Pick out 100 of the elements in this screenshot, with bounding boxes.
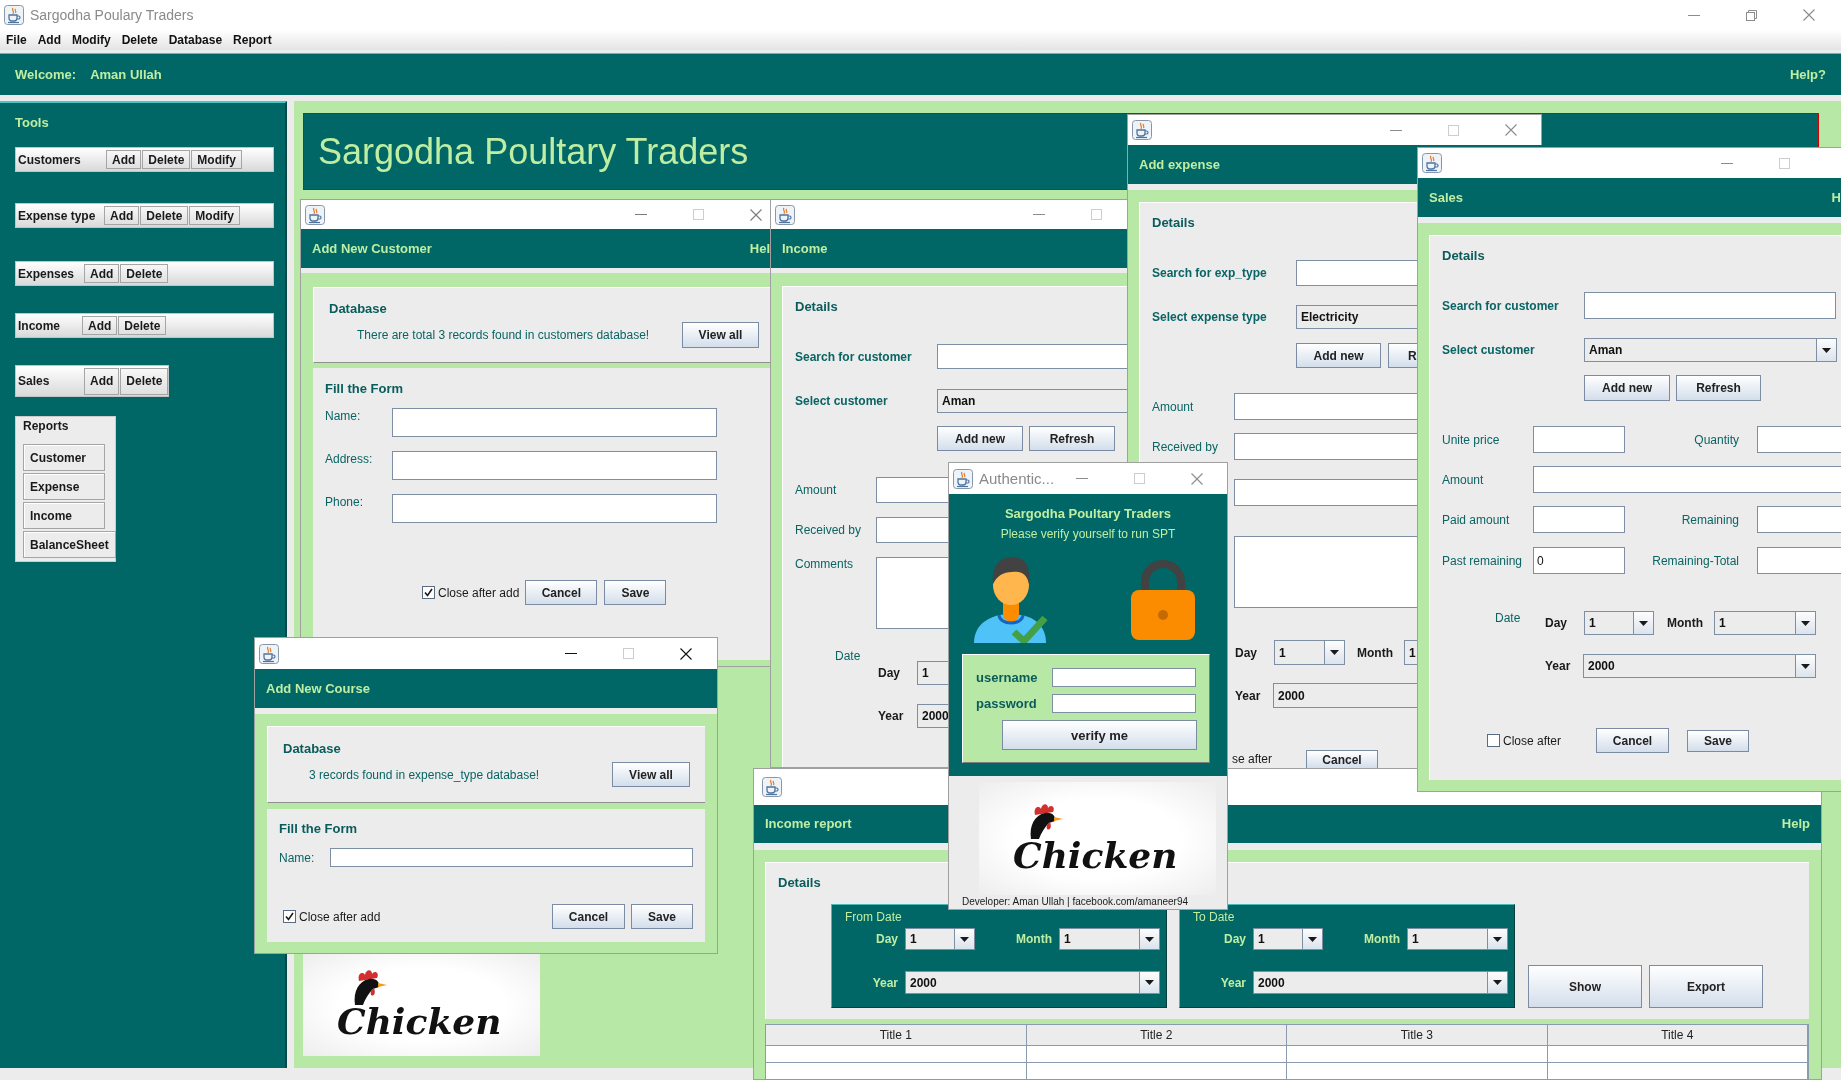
dropdown[interactable]: 1 (1274, 640, 1345, 665)
text-field[interactable] (392, 408, 717, 437)
field-label: Year (878, 709, 904, 723)
text-field[interactable] (330, 848, 693, 867)
cup-icon (259, 643, 279, 664)
tool-button[interactable]: Delete (120, 367, 169, 395)
menu-item[interactable]: File (6, 33, 27, 47)
minimize-icon[interactable] (1688, 14, 1700, 16)
dropdown[interactable]: Aman (937, 389, 1127, 413)
dropdown[interactable]: Aman (1584, 338, 1837, 362)
text-field[interactable] (392, 494, 717, 523)
text-area[interactable] (876, 557, 948, 629)
dropdown[interactable]: 1 (905, 928, 975, 950)
menu-item[interactable]: Modify (72, 33, 111, 47)
add-new-button[interactable]: Add new (1584, 375, 1670, 401)
dropdown[interactable]: 1 (1407, 928, 1508, 950)
dropdown[interactable]: 2000 (1273, 683, 1417, 708)
dropdown[interactable]: 1 (1584, 611, 1654, 635)
report-button[interactable]: Income (23, 502, 105, 529)
view-all-button[interactable]: View all (612, 762, 690, 787)
save-button[interactable]: Save (604, 580, 667, 605)
export-button[interactable]: Export (1649, 965, 1763, 1008)
text-field[interactable] (1757, 547, 1841, 574)
field-label: Amount (1152, 399, 1194, 414)
tool-button[interactable]: Modify (191, 150, 243, 169)
save-button[interactable]: Save (1687, 729, 1749, 752)
tool-button[interactable]: Delete (140, 206, 189, 225)
minimize-icon[interactable] (1390, 129, 1402, 131)
refresh-button[interactable]: Refresh (1676, 375, 1761, 401)
help-link[interactable]: H (1831, 189, 1841, 206)
help-link[interactable]: Help (1781, 816, 1810, 832)
tool-button[interactable]: Delete (120, 264, 169, 283)
view-all-button[interactable]: View all (682, 322, 759, 348)
text-field[interactable] (1052, 694, 1196, 713)
dropdown[interactable]: 2000 (917, 704, 948, 728)
text-field[interactable] (876, 477, 948, 503)
menu-item[interactable]: Report (233, 33, 272, 47)
text-field[interactable] (937, 344, 1127, 369)
checkbox[interactable] (1487, 734, 1500, 747)
tool-button[interactable]: Add (82, 316, 118, 335)
save-button[interactable]: Save (631, 904, 693, 929)
tool-button[interactable]: Add (104, 206, 140, 225)
menu-item[interactable]: Add (37, 33, 61, 47)
cancel-button[interactable]: Cancel (525, 580, 598, 605)
help-link[interactable]: Help? (1789, 66, 1826, 83)
text-field[interactable] (1234, 433, 1417, 460)
refresh-button[interactable]: Refresh (1029, 426, 1115, 451)
add-new-button[interactable]: Add new (1296, 343, 1381, 368)
checkbox[interactable] (283, 910, 296, 923)
cancel-button[interactable]: Cancel (1306, 750, 1378, 768)
text-field[interactable] (1533, 506, 1625, 533)
close-icon[interactable] (680, 647, 692, 660)
restore-icon[interactable] (1746, 9, 1757, 21)
report-button[interactable]: BalanceSheet (23, 531, 116, 558)
text-field[interactable] (392, 451, 717, 480)
text-field[interactable] (1234, 393, 1417, 420)
tool-button[interactable]: Modify (189, 206, 241, 225)
banner-title: Sargodha Poultary Traders (318, 130, 749, 173)
dropdown[interactable]: 2000 (1253, 971, 1508, 994)
dropdown[interactable]: 2000 (905, 971, 1160, 994)
text-field[interactable] (1296, 260, 1417, 286)
refresh-button[interactable]: R (1388, 343, 1417, 368)
dropdown[interactable]: 1 (917, 661, 948, 685)
text-field[interactable] (1757, 506, 1841, 533)
dropdown[interactable]: 1 (1253, 928, 1323, 950)
dropdown[interactable]: Electricity (1296, 305, 1417, 329)
help-link[interactable]: Hel (749, 240, 770, 257)
report-button[interactable]: Customer (23, 444, 105, 471)
text-field[interactable] (1757, 426, 1841, 453)
dropdown[interactable]: 2000 (1583, 654, 1816, 678)
text-field[interactable] (1533, 466, 1841, 493)
show-button[interactable]: Show (1528, 965, 1642, 1008)
tool-button[interactable]: Add (84, 264, 120, 283)
dropdown[interactable]: 1 (1059, 928, 1160, 950)
dropdown[interactable]: 1 (1714, 611, 1816, 635)
tool-button[interactable]: Delete (142, 150, 191, 169)
add-new-button[interactable]: Add new (937, 426, 1023, 451)
text-field[interactable] (1584, 292, 1836, 319)
text-field[interactable] (876, 517, 948, 543)
text-area[interactable] (1234, 536, 1417, 608)
report-button[interactable]: Expense (23, 473, 105, 500)
caret-icon (1487, 972, 1507, 993)
text-field[interactable] (1052, 668, 1196, 687)
minimize-icon[interactable] (1721, 162, 1733, 164)
tool-button[interactable]: Add (84, 367, 120, 395)
cancel-button[interactable]: Cancel (1596, 728, 1669, 753)
tool-button[interactable]: Add (106, 150, 142, 169)
menu-item[interactable]: Database (168, 33, 223, 47)
status-message: There are total 3 records found in customers database! (357, 328, 650, 342)
text-field[interactable]: 0 (1533, 547, 1625, 574)
caret-icon (1324, 641, 1344, 664)
menu-item[interactable]: Delete (121, 33, 158, 47)
verify-button[interactable]: verify me (1002, 720, 1197, 750)
checkbox[interactable] (422, 586, 435, 599)
text-field[interactable] (1533, 426, 1625, 453)
dropdown[interactable]: 1 (1404, 640, 1417, 665)
field-label: username (976, 670, 1038, 685)
cancel-button[interactable]: Cancel (552, 904, 625, 929)
text-field[interactable] (1234, 479, 1417, 506)
tool-button[interactable]: Delete (118, 316, 167, 335)
